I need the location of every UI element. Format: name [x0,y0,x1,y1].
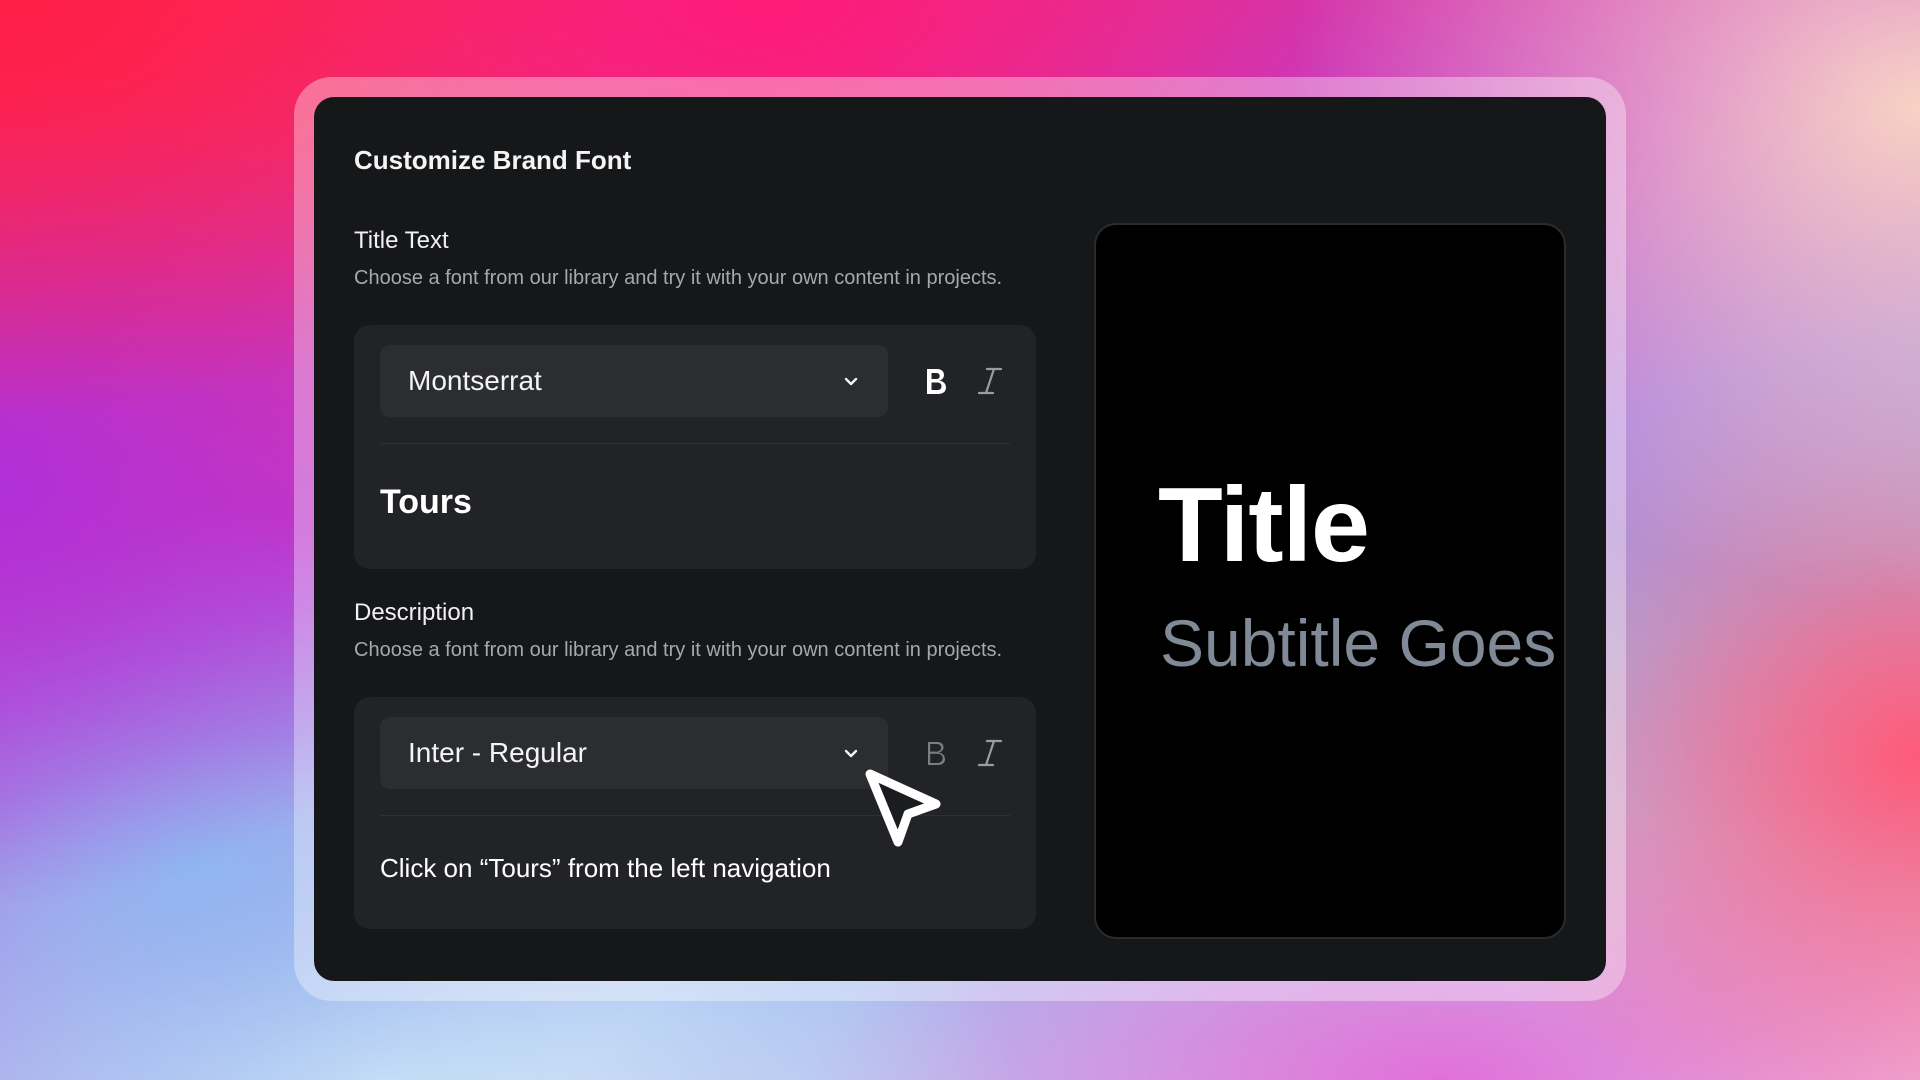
title-sample-text[interactable]: Tours [380,483,472,522]
title-font-select-value: Montserrat [408,365,542,396]
description-italic-button[interactable] [968,731,1012,775]
title-italic-button[interactable] [968,359,1012,403]
title-bold-button[interactable] [914,359,958,403]
preview-subtitle: Subtitle Goes [1160,606,1557,680]
mouse-cursor-icon [865,769,941,847]
chevron-down-icon [844,749,858,758]
panel-title: Customize Brand Font [354,145,632,175]
description-sample-text[interactable]: Click on “Tours” from the left navigatio… [380,853,831,884]
customize-brand-font-panel: Customize Brand Font Title Text Choose a… [314,97,1606,981]
font-preview-pane: Title Subtitle Goes [1094,223,1566,939]
italic-icon [977,367,1003,395]
description-font-select-value: Inter - Regular [408,737,587,768]
title-text-label: Title Text [354,227,449,254]
description-label: Description [354,599,475,626]
italic-icon [977,739,1003,767]
title-font-select[interactable]: Montserrat [380,345,888,417]
title-font-card: Montserrat Tours [354,325,1036,569]
chevron-down-icon [844,377,858,386]
preview-title: Title [1158,466,1370,584]
title-card-divider [380,443,1010,444]
bold-icon [927,369,946,394]
description-font-select[interactable]: Inter - Regular [380,717,888,789]
title-text-description: Choose a font from our library and try i… [354,267,1003,289]
description-description: Choose a font from our library and try i… [354,639,1003,661]
